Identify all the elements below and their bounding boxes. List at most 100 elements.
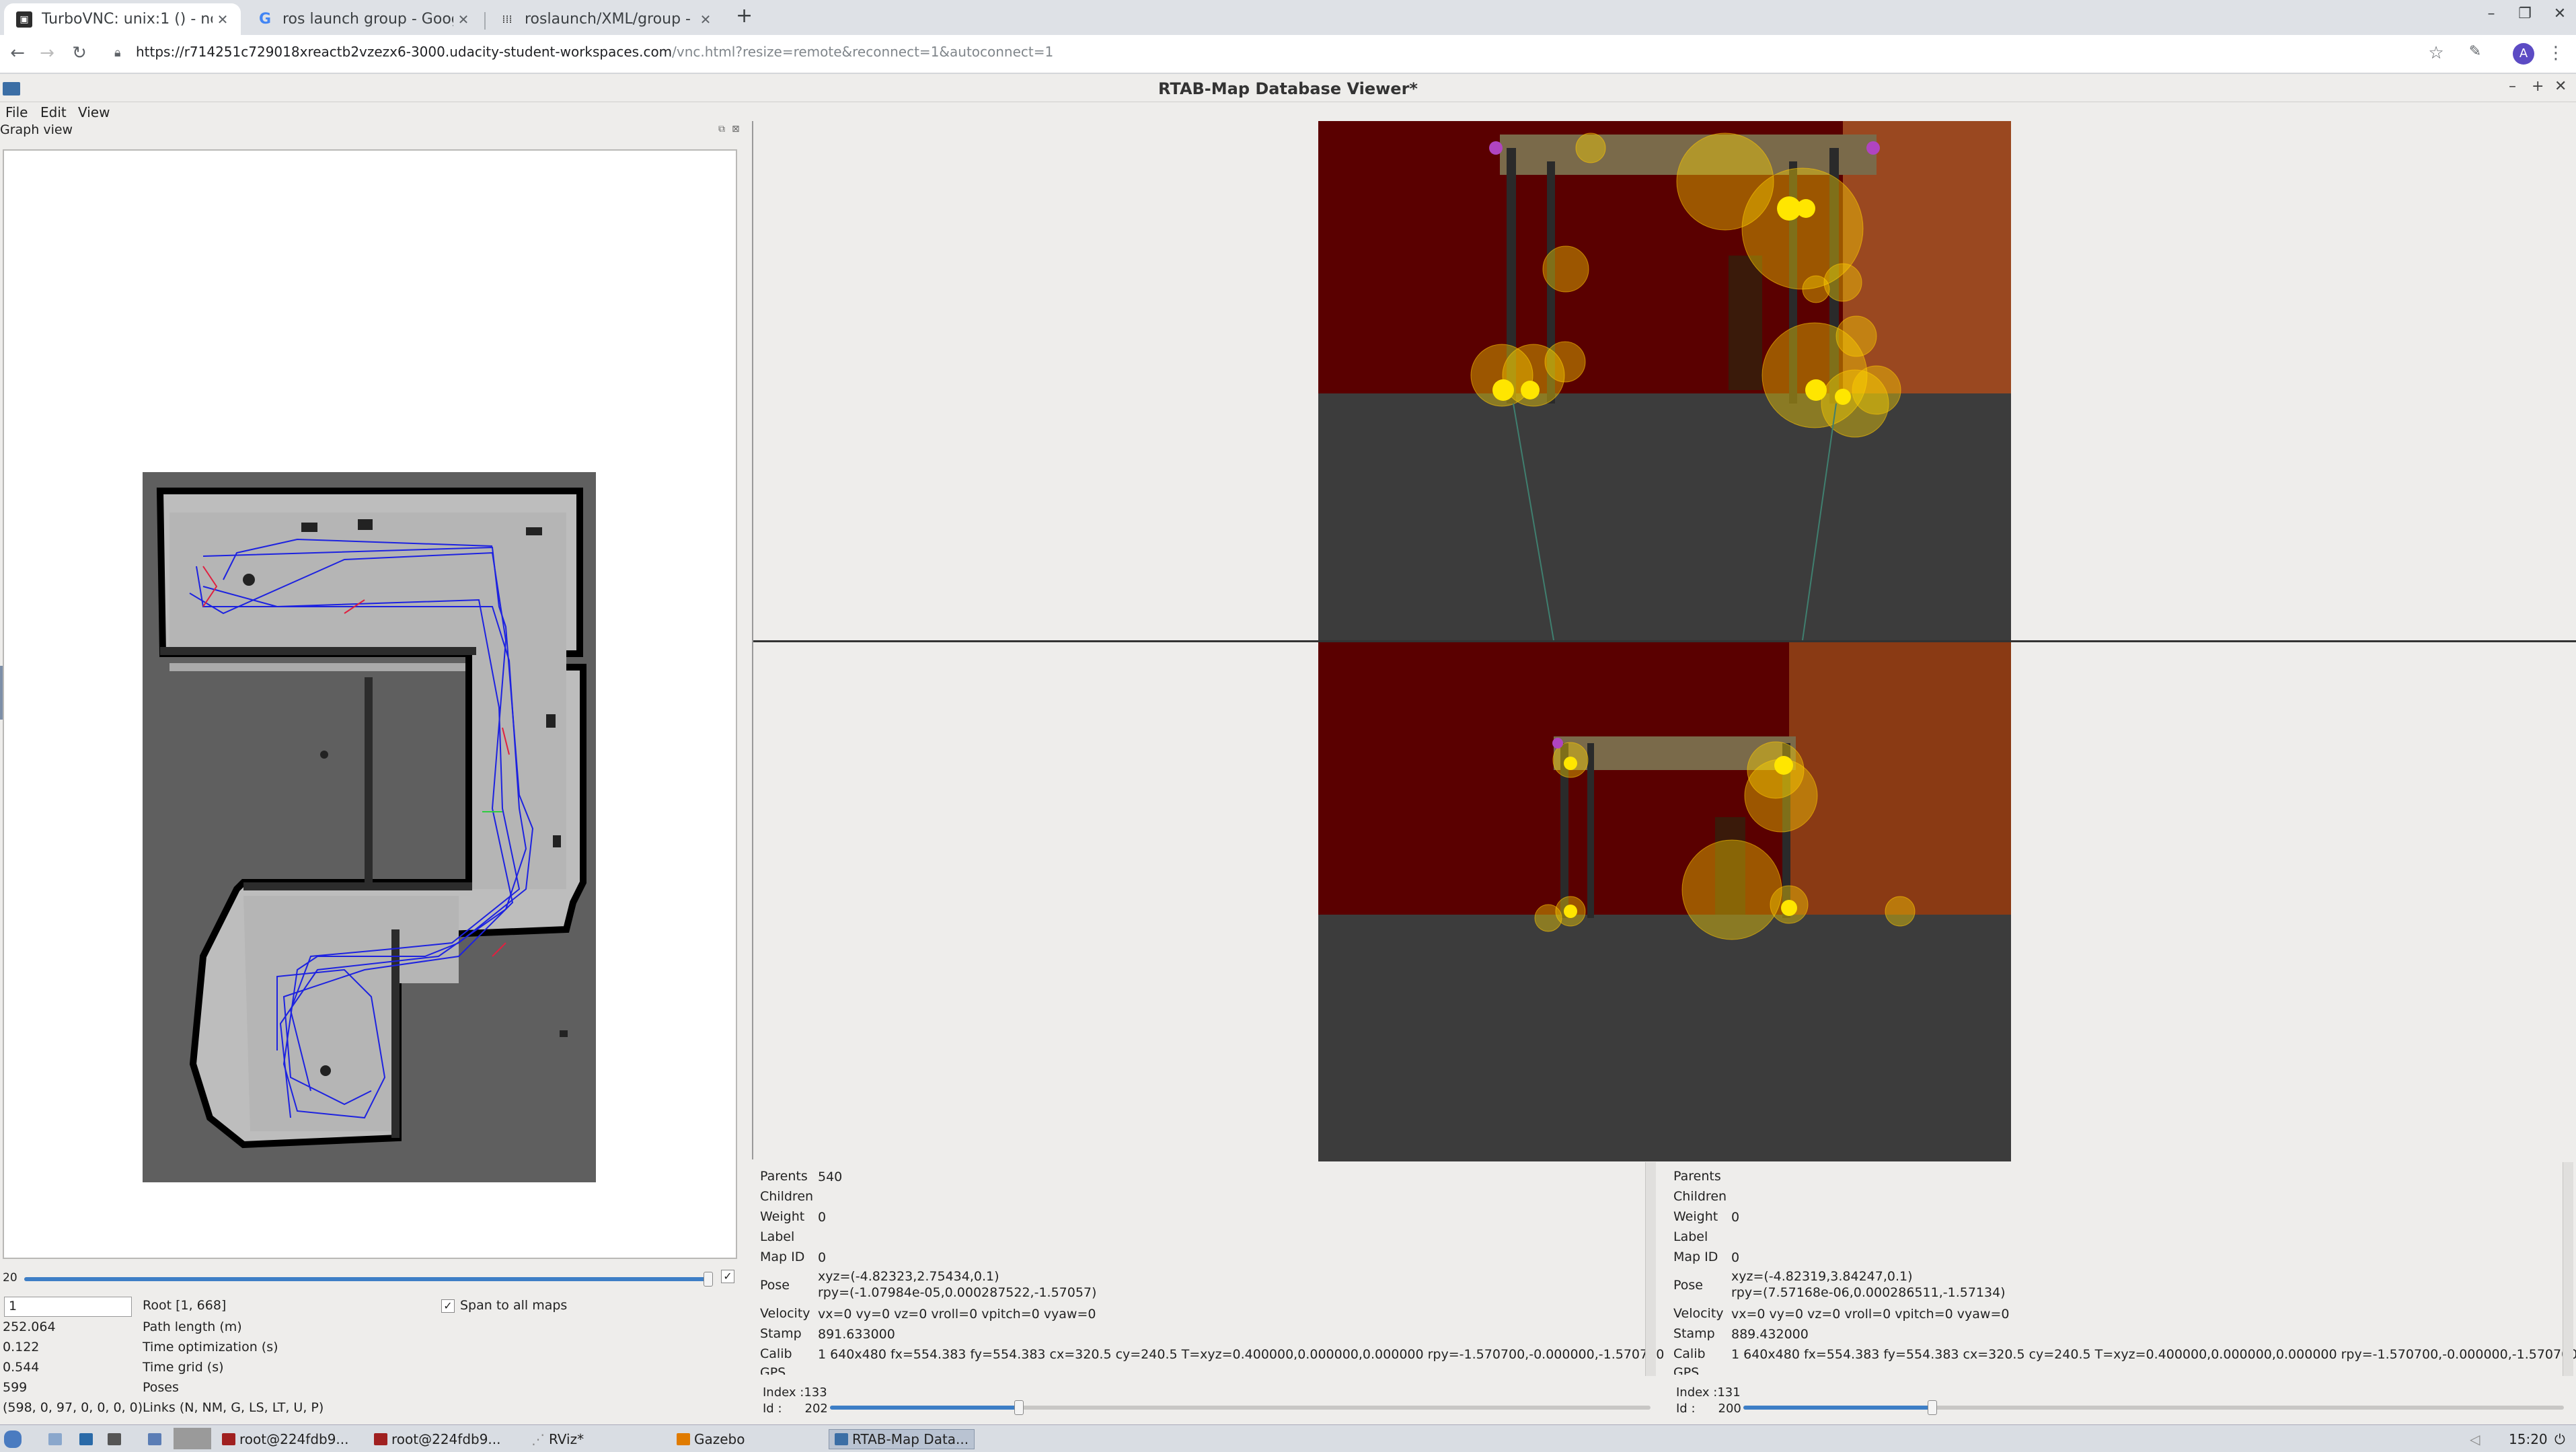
start-menu-icon[interactable] <box>4 1429 26 1449</box>
url-path: /vnc.html?resize=remote&reconnect=1&auto… <box>672 44 1054 60</box>
right-index-slider[interactable] <box>1743 1400 2564 1415</box>
back-icon[interactable]: ← <box>4 43 31 63</box>
map-id-spinbox[interactable]: 1 <box>4 1297 132 1317</box>
right-node-info: Parents Children Weight 0 Label Map ID 0… <box>1665 1162 2576 1376</box>
menu-file[interactable]: File <box>5 104 28 120</box>
restore-icon[interactable]: ❐ <box>2511 5 2538 22</box>
graph-iteration-slider[interactable] <box>24 1272 713 1287</box>
close-window-icon[interactable]: ✕ <box>2546 5 2573 22</box>
close-icon[interactable]: ✕ <box>213 11 233 28</box>
taskbar-item-terminal-2[interactable]: root@224fdb9... <box>374 1429 501 1449</box>
info-label: Calib <box>760 1346 792 1361</box>
velocity-value: vx=0 vy=0 vz=0 vroll=0 vpitch=0 vyaw=0 <box>818 1307 1096 1322</box>
map-id-value: 0 <box>818 1250 827 1265</box>
left-id-label: Id :202 <box>763 1402 828 1416</box>
browser-launcher-icon[interactable] <box>79 1429 97 1449</box>
info-label: GPS <box>760 1365 786 1375</box>
graph-checkbox[interactable]: ✓ <box>721 1270 734 1283</box>
stamp-value: 889.432000 <box>1731 1327 1809 1342</box>
address-bar[interactable]: https://r714251c729018xreactb2vzezx6-300… <box>136 44 1053 60</box>
info-label: Parents <box>760 1169 808 1184</box>
rtabmap-icon <box>835 1433 848 1445</box>
left-slider-handle[interactable] <box>1014 1400 1024 1415</box>
stamp-value: 891.633000 <box>818 1327 895 1342</box>
info-label: Pose <box>1673 1278 1703 1293</box>
tab-google-search[interactable]: G ros launch group - Google ✕ <box>245 3 482 35</box>
pose-xyz: xyz=(-4.82319,3.84247,0.1) <box>1731 1269 1913 1284</box>
node-image-top <box>1318 121 2011 640</box>
kebab-menu-icon[interactable]: ⋮ <box>2542 43 2569 63</box>
float-panel-icon[interactable]: ⧉ <box>718 124 725 135</box>
taskbar-item-gazebo[interactable]: Gazebo <box>677 1429 745 1449</box>
app-maximize-icon[interactable]: + <box>2532 78 2544 95</box>
app-minimize-icon[interactable]: – <box>2509 78 2516 95</box>
graph-slider-value: 20 <box>3 1271 17 1285</box>
gazebo-icon <box>677 1433 690 1445</box>
app-title: RTAB-Map Database Viewer* <box>1158 79 1418 98</box>
bookmark-star-icon[interactable]: ☆ <box>2423 43 2450 63</box>
url-host: https://r714251c729018xreactb2vzezx6-300… <box>136 44 673 60</box>
info-label: Velocity <box>1673 1306 1724 1321</box>
show-desktop-icon[interactable] <box>148 1429 165 1449</box>
avatar[interactable]: A <box>2513 43 2534 65</box>
tab-turbovnc[interactable]: ▣ TurboVNC: unix:1 () - noV ✕ <box>4 3 241 35</box>
image-comparison-area <box>752 121 2576 1161</box>
app-title-bar: RTAB-Map Database Viewer* – + ✕ <box>0 75 2576 102</box>
calib-value: 1 640x480 fx=554.383 fy=554.383 cx=320.5… <box>1731 1347 2576 1362</box>
power-icon[interactable]: ⏻ <box>2554 1429 2565 1449</box>
stat-label: Links (N, NM, G, LS, LT, U, P) <box>143 1400 324 1415</box>
file-manager-icon[interactable] <box>48 1429 66 1449</box>
extension-icon[interactable]: ✎ <box>2462 43 2489 60</box>
right-slider-handle[interactable] <box>1927 1400 1937 1415</box>
right-index-value: 131 <box>1717 1385 1741 1400</box>
right-info-scrollbar[interactable] <box>2563 1162 2573 1376</box>
taskbar-item-rtabmap[interactable]: RTAB-Map Data... <box>829 1429 975 1449</box>
new-tab-button[interactable]: + <box>736 4 753 28</box>
close-icon[interactable]: ✕ <box>695 11 716 28</box>
menu-view[interactable]: View <box>78 104 110 120</box>
close-icon[interactable]: ✕ <box>453 11 473 28</box>
info-label: Calib <box>1673 1346 1706 1361</box>
info-label: Weight <box>1673 1209 1718 1224</box>
info-label: Children <box>1673 1189 1727 1204</box>
close-panel-icon[interactable]: ⊠ <box>732 124 740 135</box>
minimize-icon[interactable]: – <box>2478 5 2505 22</box>
left-id-value: 202 <box>804 1402 828 1416</box>
tab-title: ros launch group - Google <box>282 11 453 28</box>
taskbar-item-rviz[interactable]: ⋰ RViz* <box>531 1429 584 1449</box>
right-index-label: Index :131 <box>1676 1385 1741 1400</box>
node-image-bottom <box>1318 642 2011 1161</box>
tab-title: roslaunch/XML/group - R <box>525 11 695 28</box>
google-icon: G <box>258 11 272 28</box>
graph-view-canvas[interactable] <box>3 149 737 1259</box>
slider-handle[interactable] <box>704 1272 713 1287</box>
tab-roslaunch-xml[interactable]: ⁞⁞⁞ roslaunch/XML/group - R ✕ <box>487 3 724 35</box>
terminal-launcher-icon[interactable] <box>108 1429 125 1449</box>
right-id-label: Id :200 <box>1676 1402 1741 1416</box>
tab-divider <box>484 12 486 30</box>
forward-icon[interactable]: → <box>34 43 61 63</box>
velocity-value: vx=0 vy=0 vz=0 vroll=0 vpitch=0 vyaw=0 <box>1731 1307 2010 1322</box>
right-id-value: 200 <box>1718 1402 1741 1416</box>
info-label: Pose <box>760 1278 790 1293</box>
pose-rpy: rpy=(-1.07984e-05,0.000287522,-1.57057) <box>818 1285 1097 1300</box>
info-label: Children <box>760 1189 814 1204</box>
taskbar-spacer <box>174 1428 211 1449</box>
camera-scene-bottom <box>1318 642 2011 1161</box>
spinbox-value: 1 <box>9 1299 17 1313</box>
left-index-slider[interactable] <box>830 1400 1651 1415</box>
browser-toolbar: ← → ↻ 🔒︎ https://r714251c729018xreactb2v… <box>0 35 2576 74</box>
app-close-icon[interactable]: ✕ <box>2554 78 2567 95</box>
volume-icon[interactable]: ◁ <box>2470 1429 2480 1449</box>
left-info-scrollbar[interactable] <box>1645 1162 1656 1376</box>
ros-icon: ⁞⁞⁞ <box>502 13 513 26</box>
graph-view-label: Graph view <box>0 122 73 137</box>
info-label: Weight <box>760 1209 805 1224</box>
taskbar-item-terminal-1[interactable]: root@224fdb9... <box>222 1429 349 1449</box>
span-checkbox[interactable]: ✓ <box>441 1299 455 1313</box>
info-label: Label <box>1673 1229 1708 1244</box>
info-label: Label <box>760 1229 795 1244</box>
menu-edit[interactable]: Edit <box>40 104 67 120</box>
reload-icon[interactable]: ↻ <box>66 43 93 63</box>
weight-value: 0 <box>818 1210 827 1225</box>
